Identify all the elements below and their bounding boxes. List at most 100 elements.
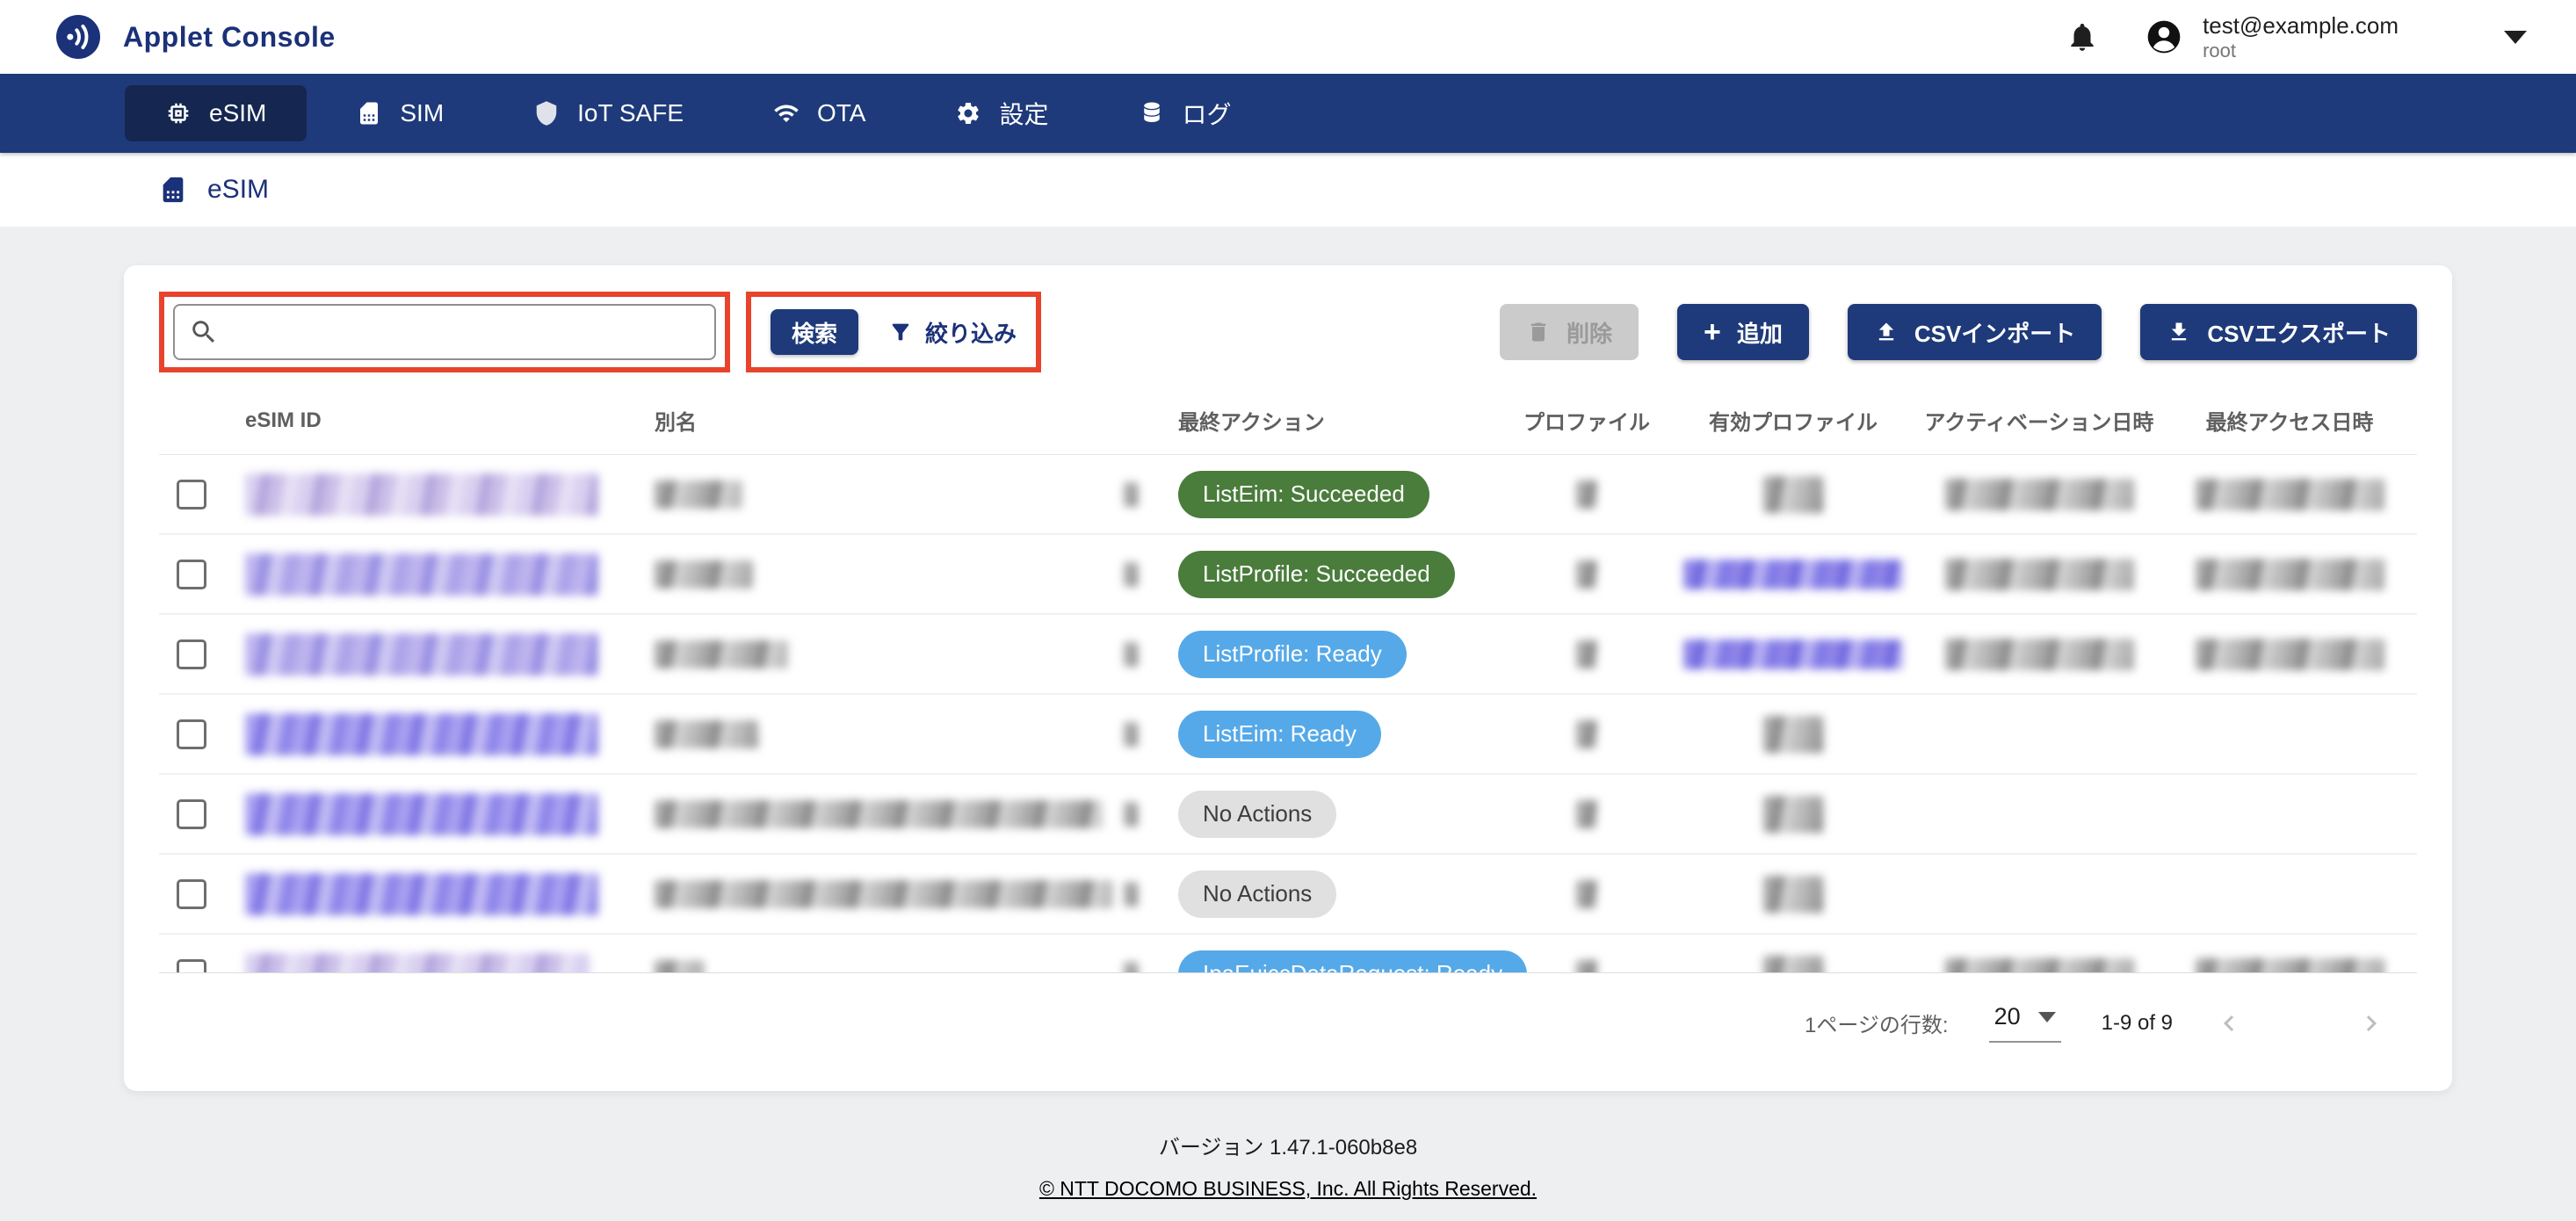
esim-id-link-redacted[interactable] xyxy=(245,473,598,516)
copy-icon-redacted[interactable] xyxy=(1124,562,1138,587)
row-checkbox[interactable] xyxy=(177,959,206,974)
copy-icon-redacted[interactable] xyxy=(1124,962,1138,974)
row-checkbox[interactable] xyxy=(177,719,206,749)
page-content: 検索 絞り込み 削除 + 追加 xyxy=(0,227,2576,1221)
esim-id-link-redacted[interactable] xyxy=(245,633,598,676)
filter-button[interactable]: 絞り込み xyxy=(888,316,1017,349)
rows-per-page-select[interactable]: 20 xyxy=(1989,1003,2061,1043)
add-button-label: 追加 xyxy=(1737,316,1783,349)
copy-icon-redacted[interactable] xyxy=(1124,722,1138,747)
nav-tab-iot-safe[interactable]: IoT SAFE xyxy=(493,85,724,141)
row-checkbox[interactable] xyxy=(177,799,206,829)
csv-import-label: CSVインポート xyxy=(1914,316,2075,349)
profile-redacted xyxy=(1576,720,1597,748)
profile-redacted xyxy=(1576,560,1597,589)
copy-icon-redacted[interactable] xyxy=(1124,642,1138,667)
user-menu-caret-down-icon xyxy=(2504,31,2527,44)
main-nav: eSIM SIM IoT SAFE OTA 設定 ログ xyxy=(0,74,2576,153)
last-access-date-redacted xyxy=(2196,639,2384,670)
nav-tab-label: eSIM xyxy=(209,99,266,127)
rows-per-page-value: 20 xyxy=(1994,1003,2021,1030)
user-info: test@example.com root xyxy=(2203,11,2399,62)
last-access-date-redacted xyxy=(2196,479,2384,510)
annotation-highlight-filter: 検索 絞り込み xyxy=(746,292,1041,372)
esim-table: eSIM ID別名最終アクションプロファイル有効プロファイルアクティベーション日… xyxy=(159,387,2417,973)
search-icon xyxy=(189,317,219,347)
add-button[interactable]: + 追加 xyxy=(1677,304,1809,360)
user-email: test@example.com xyxy=(2203,11,2399,40)
user-role: root xyxy=(2203,40,2399,62)
csv-import-button[interactable]: CSVインポート xyxy=(1848,304,2102,360)
shield-icon xyxy=(533,100,560,126)
avatar-icon xyxy=(2145,18,2183,56)
copy-icon-redacted[interactable] xyxy=(1124,482,1138,507)
user-menu[interactable]: test@example.com root xyxy=(2145,11,2527,62)
top-bar: Applet Console test@example.com root xyxy=(0,0,2576,74)
previous-page-chevron-left-icon[interactable] xyxy=(2213,1008,2245,1039)
table-row: No Actions xyxy=(159,775,2417,855)
esim-id-link-redacted[interactable] xyxy=(245,793,598,835)
search-button[interactable]: 検索 xyxy=(771,309,858,355)
column-header: eSIM ID xyxy=(221,408,616,433)
activation-date-redacted xyxy=(1945,958,2134,974)
active-profile-redacted xyxy=(1683,560,1903,589)
alias-redacted xyxy=(655,720,758,748)
esim-id-link-redacted[interactable] xyxy=(245,713,598,755)
next-page-chevron-right-icon[interactable] xyxy=(2355,1008,2387,1039)
breadcrumb-esim-link[interactable]: eSIM xyxy=(207,175,269,205)
nav-tab-esim[interactable]: eSIM xyxy=(125,85,307,141)
sim-icon xyxy=(356,100,382,126)
row-checkbox[interactable] xyxy=(177,639,206,669)
nav-tab-ログ[interactable]: ログ xyxy=(1098,85,1272,141)
column-header: 最終アクセス日時 xyxy=(2162,405,2417,436)
esim-id-link-redacted[interactable] xyxy=(245,553,598,596)
csv-export-label: CSVエクスポート xyxy=(2207,316,2391,349)
active-profile-redacted xyxy=(1763,476,1823,513)
column-header: 有効プロファイル xyxy=(1670,405,1916,436)
last-action-badge: ListEim: Ready xyxy=(1178,711,1381,758)
activation-date-redacted xyxy=(1945,639,2134,670)
active-profile-redacted xyxy=(1763,796,1823,833)
row-checkbox[interactable] xyxy=(177,560,206,589)
row-checkbox[interactable] xyxy=(177,480,206,509)
alias-redacted xyxy=(655,560,753,589)
copy-icon-redacted[interactable] xyxy=(1124,882,1138,907)
nav-tab-設定[interactable]: 設定 xyxy=(915,85,1089,141)
last-access-date-redacted xyxy=(2196,559,2384,590)
column-header: プロファイル xyxy=(1503,405,1670,436)
nav-tab-ota[interactable]: OTA xyxy=(733,85,906,141)
app-title: Applet Console xyxy=(123,21,336,54)
delete-button[interactable]: 削除 xyxy=(1500,304,1639,360)
search-input[interactable] xyxy=(173,304,716,360)
table-row: ListEim: Succeeded xyxy=(159,455,2417,535)
rows-per-page-caret-down-icon xyxy=(2038,1012,2056,1022)
chip-icon xyxy=(165,100,192,126)
trash-icon xyxy=(1526,320,1551,344)
activation-date-redacted xyxy=(1945,559,2134,590)
profile-redacted xyxy=(1576,960,1597,974)
last-action-badge: No Actions xyxy=(1178,871,1336,918)
csv-export-button[interactable]: CSVエクスポート xyxy=(2140,304,2417,360)
alias-redacted xyxy=(655,480,742,509)
esim-id-link-redacted[interactable] xyxy=(245,873,598,915)
active-profile-redacted xyxy=(1763,876,1823,913)
esim-id-link-redacted[interactable] xyxy=(245,953,590,974)
copyright-link[interactable]: © NTT DOCOMO BUSINESS, Inc. All Rights R… xyxy=(1039,1177,1537,1201)
table-row: ListEim: Ready xyxy=(159,695,2417,775)
profile-redacted xyxy=(1576,640,1597,668)
footer: バージョン 1.47.1-060b8e8 © NTT DOCOMO BUSINE… xyxy=(0,1135,2576,1201)
copy-icon-redacted[interactable] xyxy=(1124,802,1138,827)
notifications-bell-icon[interactable] xyxy=(2066,20,2099,54)
nav-tab-label: ログ xyxy=(1183,96,1232,131)
nav-tab-label: 設定 xyxy=(999,96,1048,131)
nav-tab-label: IoT SAFE xyxy=(577,99,684,127)
activation-date-redacted xyxy=(1945,479,2134,510)
nav-tab-sim[interactable]: SIM xyxy=(315,85,484,141)
alias-redacted xyxy=(655,640,788,668)
column-header: 別名 xyxy=(616,405,1152,436)
table-row: No Actions xyxy=(159,855,2417,935)
column-header: アクティベーション日時 xyxy=(1916,405,2162,436)
row-checkbox[interactable] xyxy=(177,879,206,909)
nav-tab-label: SIM xyxy=(400,99,444,127)
funnel-icon xyxy=(888,320,913,344)
